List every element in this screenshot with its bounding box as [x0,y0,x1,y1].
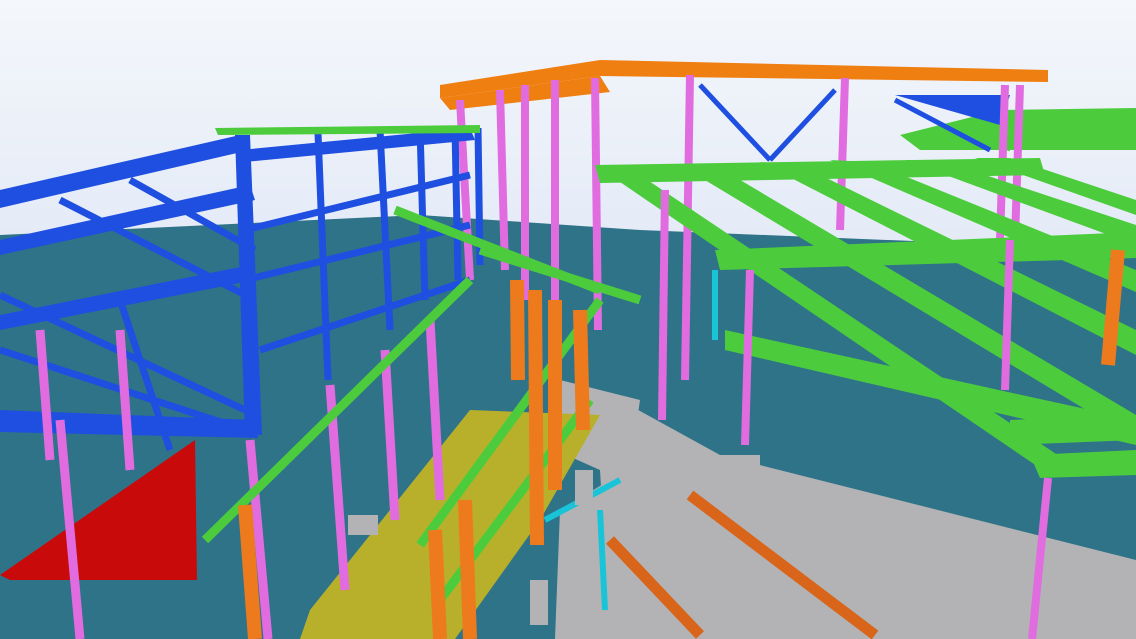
structural-3d-scene[interactable] [0,0,1136,639]
model-viewport[interactable] [0,0,1136,639]
